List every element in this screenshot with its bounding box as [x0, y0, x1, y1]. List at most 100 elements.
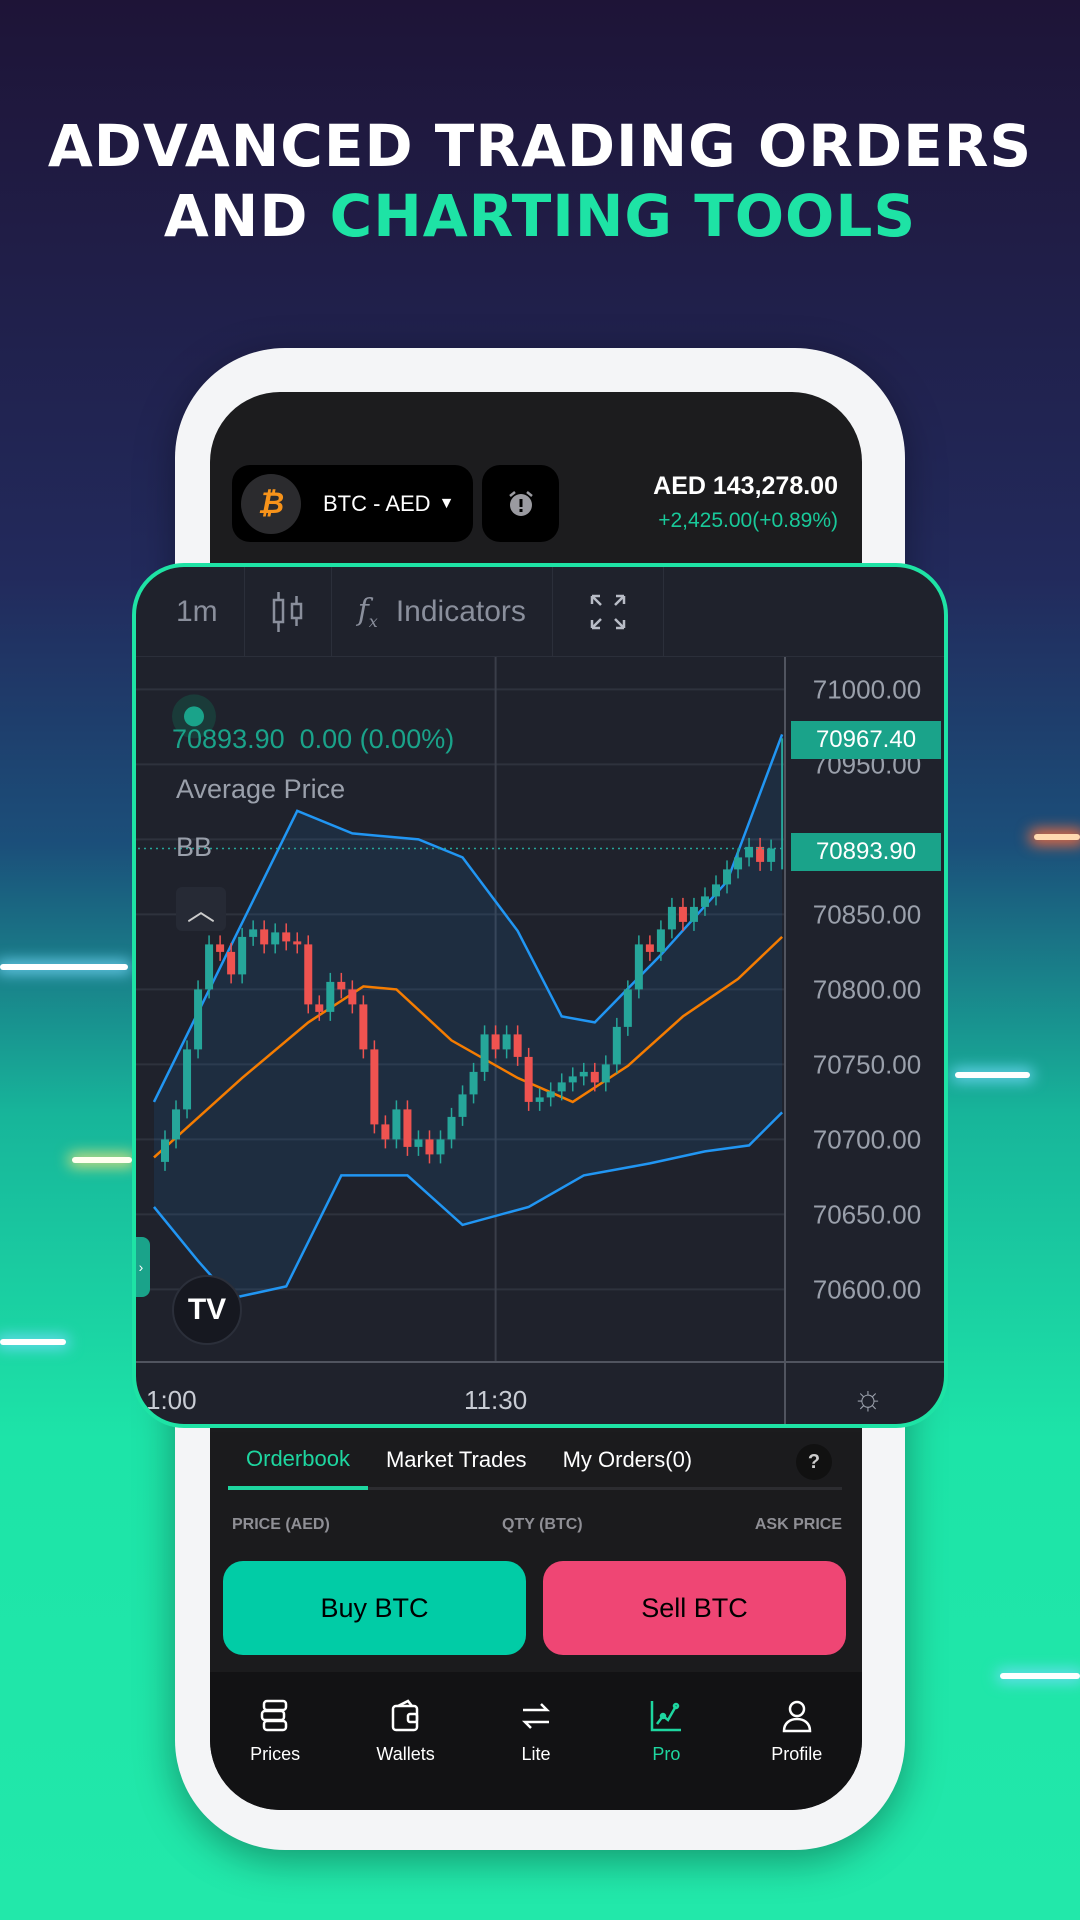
candle — [557, 1082, 566, 1092]
function-icon: fx — [357, 592, 378, 631]
stack-icon — [260, 1699, 288, 1732]
candle — [689, 906, 698, 922]
nav-prices[interactable]: Prices — [220, 1698, 330, 1810]
candle — [579, 1071, 588, 1077]
price-chart[interactable]: 71000.0070950.0070850.0070800.0070750.00… — [132, 657, 948, 1428]
candle — [370, 1049, 379, 1125]
legend-values: 70893.90 0.00 (0.00%) — [172, 724, 455, 754]
light-streak — [0, 1339, 66, 1345]
price-tick: 70700.00 — [813, 1124, 921, 1154]
candle — [546, 1091, 555, 1098]
candles-icon — [272, 591, 302, 632]
alarm-clock-icon — [508, 490, 533, 516]
light-streak — [0, 964, 128, 970]
headline-line2: AND CHARTING TOOLS — [0, 182, 1080, 250]
help-button[interactable]: ? — [796, 1444, 832, 1480]
price-tick: 70650.00 — [813, 1199, 921, 1229]
candle — [403, 1109, 412, 1147]
last-price: AED 143,278.00 — [653, 472, 838, 500]
indicators-label: Indicators — [395, 594, 526, 628]
candle — [590, 1071, 599, 1083]
candle — [700, 896, 709, 907]
side-panel-handle[interactable]: › — [136, 1237, 150, 1297]
candle — [282, 932, 291, 942]
candle — [260, 929, 269, 945]
candle — [227, 951, 236, 975]
chart-icon — [651, 1701, 682, 1732]
candle — [502, 1034, 511, 1050]
pair-selector[interactable]: ₿ BTC - AED ▼ — [232, 465, 473, 542]
candle — [656, 929, 665, 952]
bottom-nav: Prices Wallets Lite Pro Profile — [210, 1672, 862, 1810]
candle — [535, 1097, 544, 1102]
tradingview-logo: TV — [172, 1275, 242, 1345]
candle — [623, 989, 632, 1027]
price-tick: 70750.00 — [813, 1049, 921, 1079]
light-streak — [1000, 1673, 1080, 1679]
order-tabs: Orderbook Market Trades My Orders(0) ? — [228, 1432, 842, 1490]
light-streak — [1034, 834, 1080, 840]
tab-my-orders[interactable]: My Orders(0) — [545, 1431, 711, 1489]
orders-panel: Orderbook Market Trades My Orders(0) ? P… — [210, 1432, 862, 1672]
wallet-icon — [391, 1699, 418, 1732]
col-price: PRICE (AED) — [232, 1516, 330, 1533]
price-tick: 70600.00 — [813, 1274, 921, 1304]
buy-button[interactable]: Buy BTC — [223, 1561, 526, 1655]
chart-type-button[interactable] — [245, 567, 332, 657]
chart-card: 1m fx Indicators 71000.00 70950.00 70850.00… — [132, 563, 948, 1428]
tab-market-trades[interactable]: Market Trades — [368, 1431, 545, 1489]
current-price-tag: 70893.90 — [791, 833, 941, 871]
candle — [337, 981, 346, 990]
price-tick: 70800.00 — [813, 974, 921, 1004]
candle — [678, 906, 687, 922]
candle — [414, 1139, 423, 1147]
legend-average-price: Average Price — [176, 774, 346, 804]
last-price-tag: 70967.40 — [791, 721, 941, 759]
time-tick: 11:30 — [464, 1385, 527, 1415]
headline-plain: AND — [163, 182, 330, 250]
expand-icon — [590, 594, 626, 629]
candle — [723, 869, 732, 885]
fullscreen-button[interactable] — [553, 567, 664, 657]
headline-accent: CHARTING TOOLS — [329, 182, 917, 250]
candle — [524, 1056, 533, 1102]
candle — [238, 936, 247, 975]
candle — [381, 1124, 390, 1140]
chevron-down-icon: ▼ — [438, 494, 455, 512]
col-qty: QTY (BTC) — [502, 1516, 583, 1533]
candle — [392, 1109, 401, 1140]
nav-wallets[interactable]: Wallets — [351, 1698, 461, 1810]
candle — [612, 1026, 621, 1065]
tab-orderbook[interactable]: Orderbook — [228, 1432, 368, 1490]
candle — [183, 1049, 192, 1110]
collapse-legend-button[interactable]: ︿ — [176, 887, 226, 931]
candle — [359, 1004, 368, 1050]
nav-profile[interactable]: Profile — [742, 1698, 852, 1810]
candle — [216, 944, 225, 952]
candle — [458, 1094, 467, 1117]
candle — [194, 989, 203, 1050]
candle — [304, 944, 313, 1005]
nav-label: Lite — [521, 1744, 551, 1764]
price-tick: 70850.00 — [813, 899, 921, 929]
nav-label: Pro — [652, 1744, 681, 1764]
candle — [645, 944, 654, 952]
candle — [447, 1116, 456, 1140]
light-streak — [955, 1072, 1030, 1078]
interval-button[interactable]: 1m — [136, 567, 245, 657]
price-alert-button[interactable] — [482, 465, 559, 542]
pair-label: BTC - AED — [323, 490, 431, 516]
chart-settings-button[interactable]: ☼ — [848, 1378, 888, 1418]
candle — [712, 884, 720, 897]
candle — [480, 1034, 489, 1072]
candle — [326, 981, 335, 1012]
nav-label: Prices — [250, 1744, 301, 1764]
indicators-button[interactable]: fx Indicators — [332, 567, 553, 657]
candle — [425, 1139, 434, 1155]
sell-button[interactable]: Sell BTC — [543, 1561, 846, 1655]
nav-pro[interactable]: Pro — [611, 1698, 721, 1810]
candle — [172, 1109, 181, 1140]
nav-lite[interactable]: Lite — [481, 1698, 591, 1810]
legend-bb: BB — [176, 832, 213, 862]
candle — [634, 944, 643, 990]
